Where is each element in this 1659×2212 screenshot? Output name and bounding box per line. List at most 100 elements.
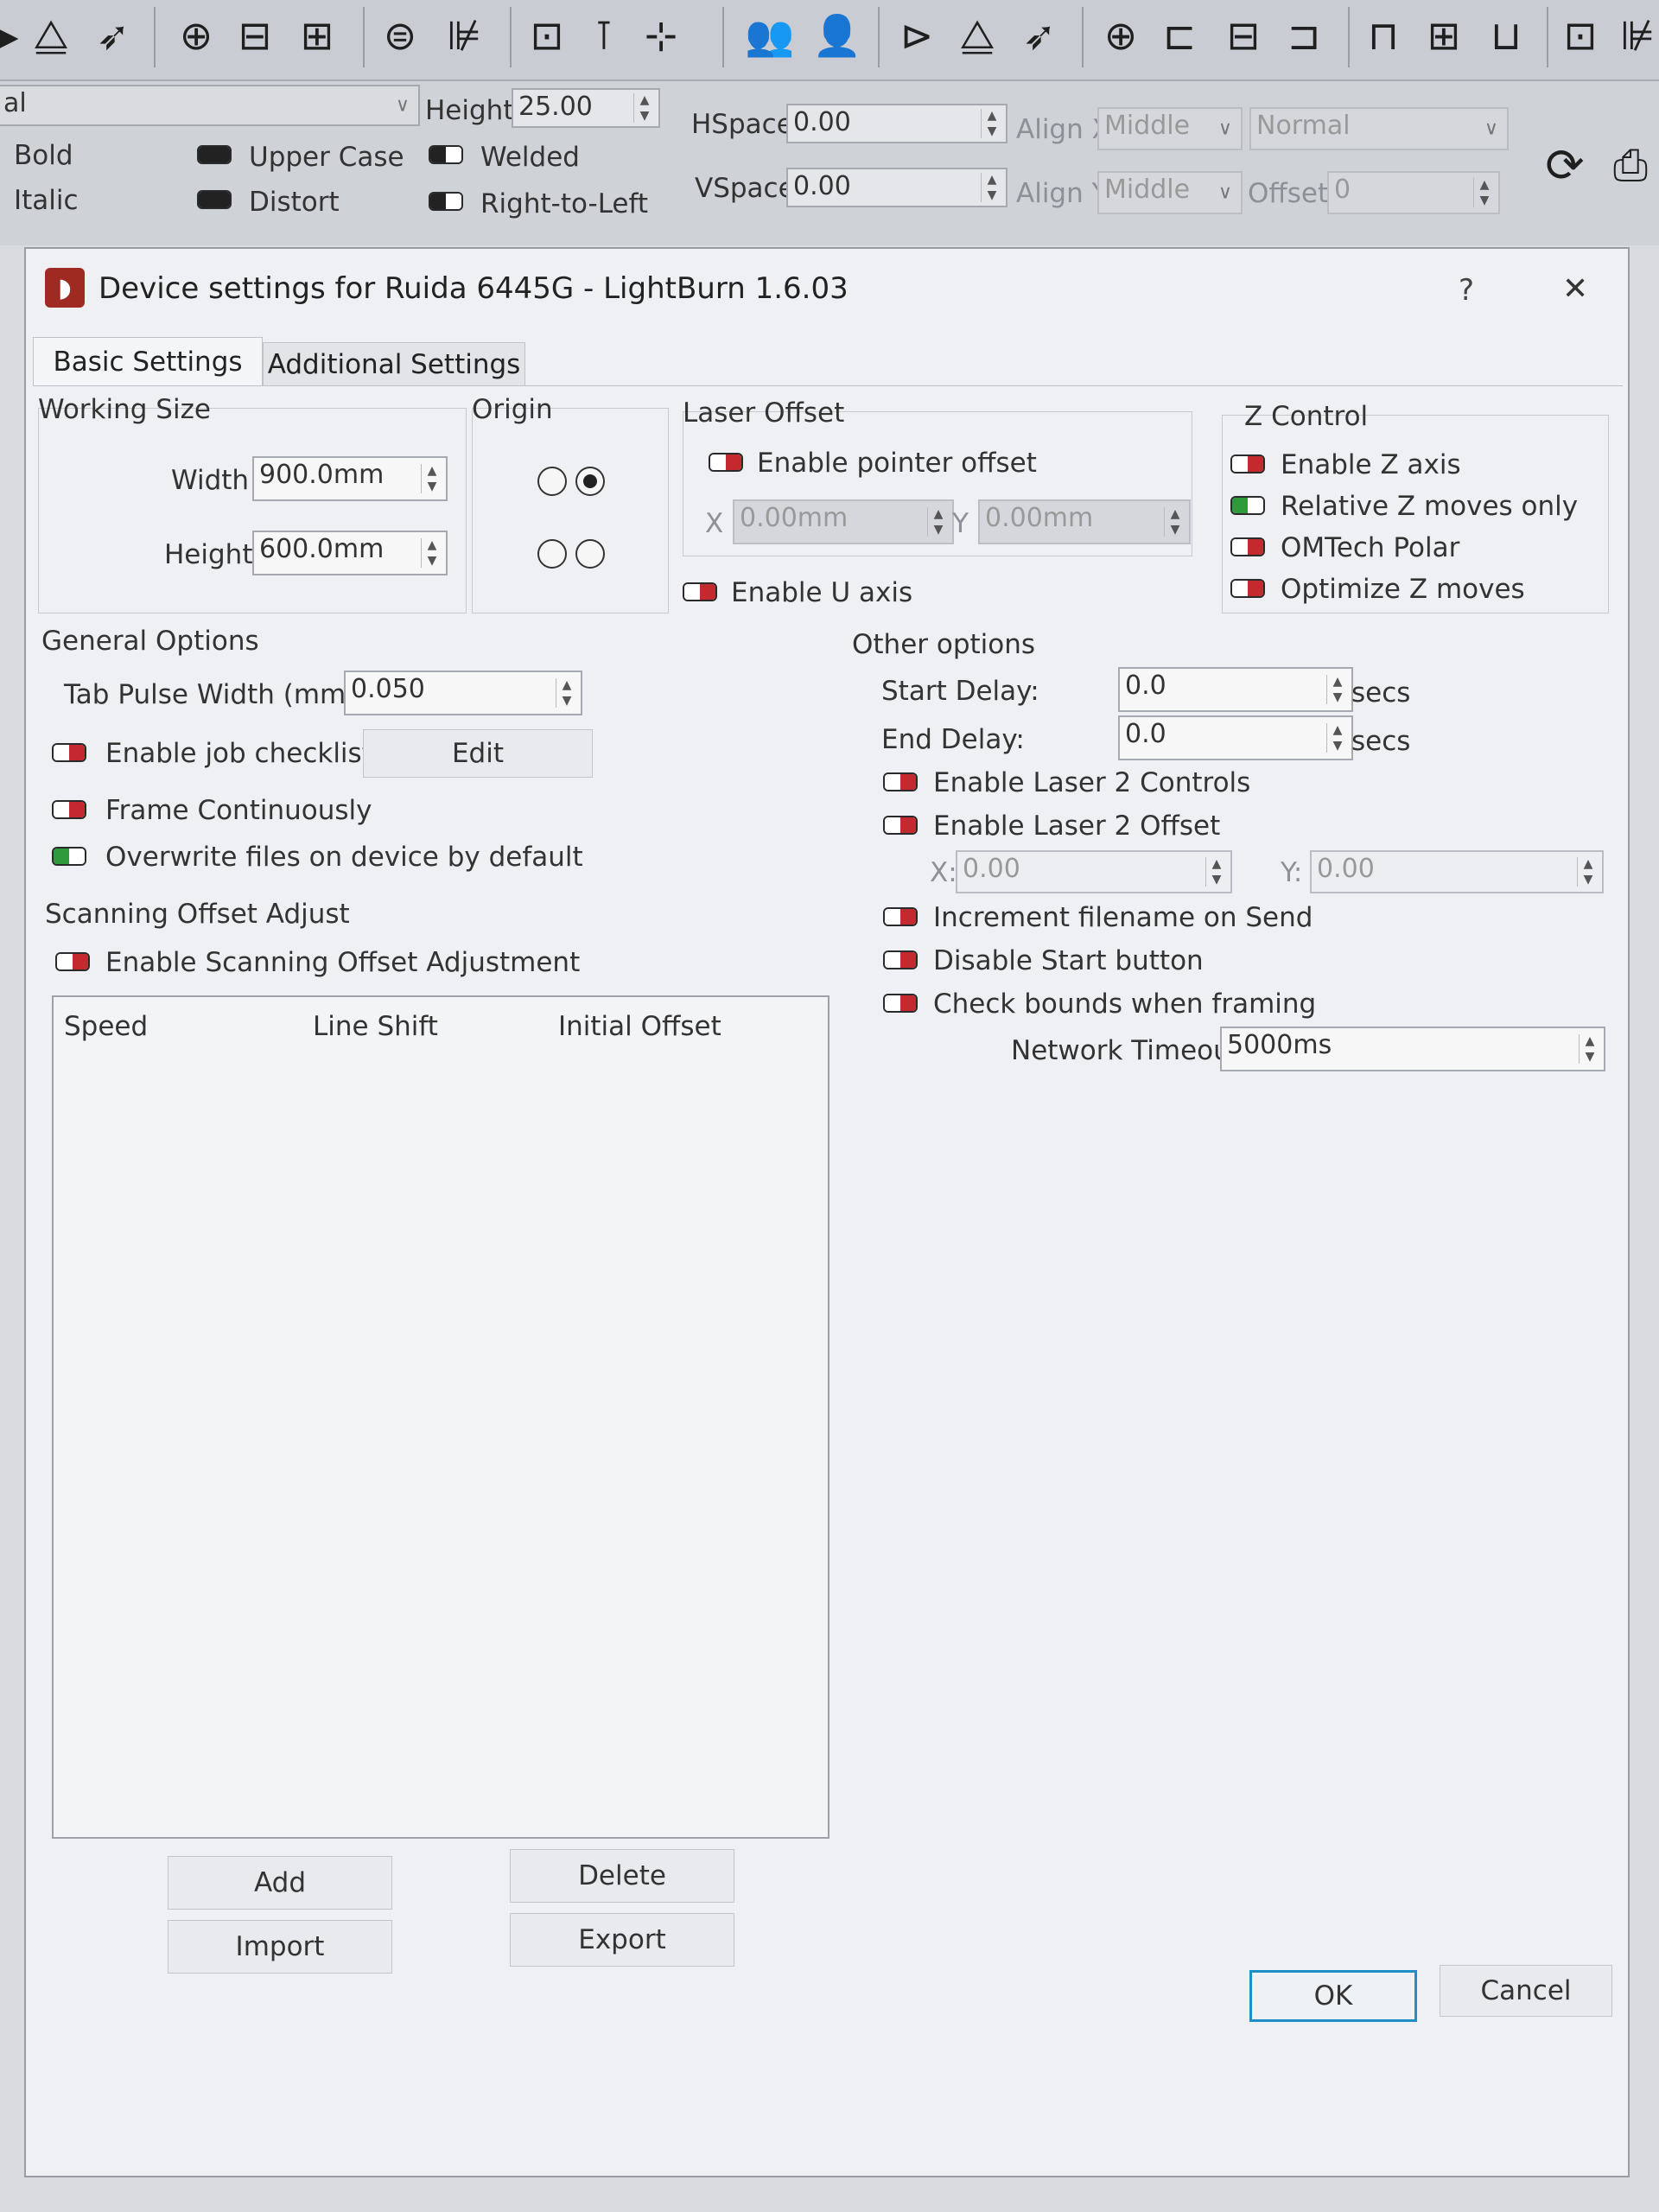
welded-toggle[interactable] — [429, 145, 463, 164]
pointer-x-input[interactable]: 0.00mm ▲ ▼ — [733, 499, 954, 544]
distribute-icon[interactable]: ⊞ — [290, 9, 344, 62]
network-timeout-input[interactable]: 5000ms ▲ ▼ — [1220, 1027, 1605, 1071]
spinner-icon[interactable]: ▲ ▼ — [981, 109, 1002, 138]
spinner-icon[interactable]: ▲ ▼ — [927, 507, 949, 537]
spinner-icon[interactable]: ▲ ▼ — [1577, 857, 1599, 887]
spinner-icon[interactable]: ▲ ▼ — [1326, 723, 1348, 753]
align-right-icon[interactable]: ⊐ — [1277, 9, 1331, 62]
spinner-icon[interactable]: ▲ ▼ — [421, 538, 442, 568]
align-vertical-icon[interactable]: ⊜ — [373, 9, 427, 62]
check-bounds-toggle[interactable] — [883, 994, 918, 1013]
group-icon[interactable]: ⊡ — [1554, 9, 1607, 62]
disable-start-toggle[interactable] — [883, 950, 918, 969]
arrow-right-icon[interactable]: ⊳ — [890, 9, 944, 62]
mirror-icon[interactable]: ⧋ — [24, 9, 78, 62]
font-select[interactable]: al ∨ — [0, 85, 420, 126]
laser2-x-input[interactable]: 0.00 ▲ ▼ — [956, 850, 1232, 893]
laser2-controls-toggle[interactable] — [883, 772, 918, 791]
text-height-input[interactable]: 25.00 ▲ ▼ — [512, 88, 660, 128]
move-laser-icon[interactable]: ➶ — [1013, 9, 1066, 62]
origin-bottom-left-radio[interactable] — [537, 539, 567, 569]
tab-label: Additional Settings — [267, 348, 521, 380]
align-bottom-icon[interactable]: ⊔ — [1479, 9, 1533, 62]
align-centers-icon[interactable]: ⊟ — [228, 9, 282, 62]
group-icon[interactable]: ⊡ — [520, 9, 574, 62]
spinner-icon[interactable]: ▲ ▼ — [1473, 178, 1495, 207]
align-left-icon[interactable]: ⊏ — [1153, 9, 1206, 62]
distribute-icon[interactable]: ⊯ — [1611, 9, 1659, 62]
mirror-icon[interactable]: ⧋ — [950, 9, 1004, 62]
distribute-spacing-icon[interactable]: ⊺ — [577, 9, 631, 62]
start-delay-input[interactable]: 0.0 ▲ ▼ — [1118, 667, 1353, 712]
spinner-icon[interactable]: ▲ ▼ — [633, 93, 655, 123]
user-icon[interactable]: 👤 — [810, 9, 864, 62]
vspace-input[interactable]: 0.00 ▲ ▼ — [786, 168, 1007, 207]
right-to-left-toggle[interactable] — [429, 192, 463, 211]
end-delay-input[interactable]: 0.0 ▲ ▼ — [1118, 715, 1353, 760]
enable-scanning-offset-toggle[interactable] — [55, 952, 90, 971]
origin-bottom-right-radio[interactable] — [575, 539, 605, 569]
tab-basic-settings[interactable]: Basic Settings — [33, 337, 263, 385]
distort-toggle[interactable] — [197, 190, 232, 209]
partial-icon[interactable]: ▸ — [0, 9, 19, 62]
align-x-select[interactable]: Middle ∨ — [1097, 107, 1243, 150]
align-y-select[interactable]: Middle ∨ — [1097, 171, 1243, 214]
laser2-y-input[interactable]: 0.00 ▲ ▼ — [1310, 850, 1604, 893]
spinner-icon[interactable]: ▲ ▼ — [556, 678, 577, 708]
optimize-z-toggle[interactable] — [1230, 579, 1265, 598]
overwrite-files-toggle[interactable] — [52, 847, 86, 866]
offset-input[interactable]: 0 ▲ ▼ — [1327, 171, 1500, 214]
increment-filename-toggle[interactable] — [883, 907, 918, 926]
pointer-y-input[interactable]: 0.00mm ▲ ▼ — [978, 499, 1191, 544]
spinner-icon[interactable]: ▲ ▼ — [1205, 857, 1227, 887]
target-icon[interactable]: ⊕ — [169, 9, 223, 62]
origin-top-right-radio[interactable] — [575, 467, 605, 496]
close-button[interactable]: ✕ — [1562, 271, 1588, 307]
spinner-icon[interactable]: ▲ ▼ — [981, 173, 1002, 202]
distribute-horizontal-icon[interactable]: ⊯ — [437, 9, 491, 62]
origin-top-left-radio[interactable] — [537, 467, 567, 496]
tab-additional-settings[interactable]: Additional Settings — [263, 342, 525, 385]
machine-icon[interactable]: ⎙ — [1604, 138, 1657, 192]
enable-job-checklist-toggle[interactable] — [52, 743, 86, 762]
add-node-icon[interactable]: ⊹ — [634, 9, 688, 62]
cancel-button[interactable]: Cancel — [1440, 1965, 1612, 2017]
import-button[interactable]: Import — [168, 1920, 392, 1974]
toolbar-separator — [510, 7, 512, 67]
spinner-icon[interactable]: ▲ ▼ — [1164, 507, 1185, 537]
height-input[interactable]: 600.0mm ▲ ▼ — [252, 531, 448, 575]
align-top-icon[interactable]: ⊓ — [1357, 9, 1410, 62]
scanning-offset-table[interactable]: Speed Line Shift Initial Offset — [52, 995, 830, 1839]
delete-button[interactable]: Delete — [510, 1849, 734, 1903]
laser2-controls-label: Enable Laser 2 Controls — [933, 767, 1251, 798]
upper-case-toggle[interactable] — [197, 145, 232, 164]
users-icon[interactable]: 👥 — [743, 9, 797, 62]
laser2-offset-toggle[interactable] — [883, 816, 918, 835]
target-icon[interactable]: ⊕ — [1094, 9, 1147, 62]
enable-z-axis-toggle[interactable] — [1230, 454, 1265, 474]
mode-select[interactable]: Normal ∨ — [1249, 107, 1509, 150]
export-button[interactable]: Export — [510, 1913, 734, 1967]
spinner-icon[interactable]: ▲ ▼ — [1326, 675, 1348, 704]
hspace-label: HSpace — [691, 109, 793, 140]
edit-checklist-button[interactable]: Edit — [363, 729, 593, 778]
move-laser-icon[interactable]: ➶ — [86, 9, 140, 62]
hspace-input[interactable]: 0.00 ▲ ▼ — [786, 104, 1007, 143]
dialog-title: Device settings for Ruida 6445G - LightB… — [99, 271, 849, 306]
rotate-icon[interactable]: ⟳ — [1538, 138, 1592, 193]
spinner-icon[interactable]: ▲ ▼ — [1579, 1034, 1600, 1064]
frame-continuously-toggle[interactable] — [52, 800, 86, 819]
relative-z-toggle[interactable] — [1230, 496, 1265, 515]
spinner-icon[interactable]: ▲ ▼ — [421, 464, 442, 493]
enable-u-axis-toggle[interactable] — [683, 582, 717, 601]
tab-pulse-width-input[interactable]: 0.050 ▲ ▼ — [344, 671, 582, 715]
enable-pointer-offset-toggle[interactable] — [709, 453, 743, 472]
align-centers-icon[interactable]: ⊟ — [1217, 9, 1270, 62]
add-button[interactable]: Add — [168, 1856, 392, 1910]
ok-button[interactable]: OK — [1249, 1970, 1417, 2022]
align-middle-icon[interactable]: ⊞ — [1417, 9, 1471, 62]
omtech-polar-toggle[interactable] — [1230, 537, 1265, 556]
width-input[interactable]: 900.0mm ▲ ▼ — [252, 456, 448, 501]
help-button[interactable]: ? — [1459, 273, 1474, 308]
enable-pointer-offset-label: Enable pointer offset — [757, 448, 1037, 479]
